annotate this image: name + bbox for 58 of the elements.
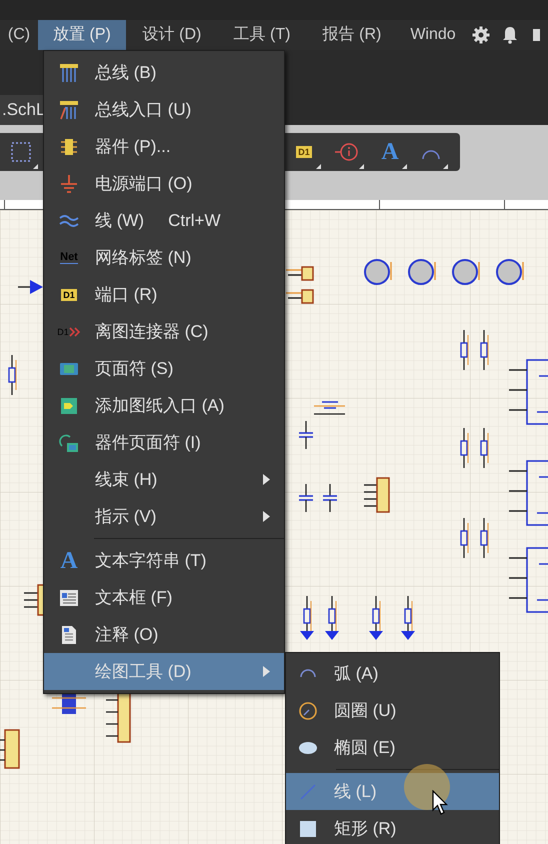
menu-item[interactable]: 电源端口 (O) [44, 165, 284, 202]
menu-item[interactable]: Net 网络标签 (N) [44, 239, 284, 276]
component-drawing [299, 421, 313, 449]
component-drawing [452, 259, 480, 285]
component-drawing [509, 359, 548, 425]
sheet-device-icon [58, 432, 80, 454]
settings-icon[interactable] [472, 26, 490, 44]
menu-item[interactable]: 圆圈 (U) [286, 692, 499, 729]
menu-item[interactable]: 线 (W) Ctrl+W [44, 202, 284, 239]
component-drawing [480, 330, 488, 370]
component-drawing [0, 729, 20, 769]
shortcut-text: Ctrl+W [168, 210, 221, 232]
menu-item[interactable]: 报告 (R) [306, 20, 398, 50]
component-drawing [509, 460, 548, 526]
bus-entry-icon [58, 98, 80, 120]
menu-item[interactable]: 线束 (H) [44, 461, 284, 498]
component-drawing [460, 518, 468, 558]
bus-icon [58, 62, 80, 84]
menu-item[interactable]: 注释 (O) [44, 616, 284, 653]
menu-item[interactable]: (C) [0, 20, 38, 50]
menu-item[interactable]: 指示 (V) [44, 498, 284, 535]
component-drawing [480, 518, 488, 558]
menu-item[interactable]: D1 端口 (R) [44, 276, 284, 313]
component-drawing [480, 428, 488, 468]
click-highlight [404, 764, 450, 810]
menu-item[interactable]: 矩形 (R) [286, 810, 499, 844]
component-drawing [8, 355, 16, 395]
menu-item[interactable]: 放置 (P) [38, 20, 126, 50]
menu-item[interactable]: 页面符 (S) [44, 350, 284, 387]
cursor-icon [432, 790, 448, 816]
port-icon: D1 [61, 288, 77, 300]
menu-item[interactable]: 设计 (D) [126, 20, 218, 50]
component-drawing [323, 484, 337, 512]
component-drawing [314, 401, 345, 415]
component-drawing [364, 259, 392, 285]
menu-item[interactable]: D1 离图连接器 (C) [44, 313, 284, 350]
menu-item[interactable]: 器件 (P)... [44, 128, 284, 165]
menu-item[interactable]: 总线 (B) [44, 54, 284, 91]
menu-item[interactable]: 弧 (A) [286, 655, 499, 692]
menu-item[interactable]: 器件页面符 (I) [44, 424, 284, 461]
component-drawing [299, 484, 313, 512]
menu-item[interactable]: 工具 (T) [218, 20, 306, 50]
component-drawing [364, 477, 390, 513]
menu-item[interactable]: 椭圆 (E) [286, 729, 499, 766]
component-drawing [460, 330, 468, 370]
ground-icon [58, 172, 80, 194]
bell-icon[interactable] [502, 26, 518, 44]
component-drawing [496, 259, 524, 285]
menu-item[interactable]: 添加图纸入口 (A) [44, 387, 284, 424]
component-drawing [460, 428, 468, 468]
component-drawing [408, 259, 436, 285]
menu-item[interactable]: A 文本字符串 (T) [44, 542, 284, 579]
arc-icon [300, 669, 316, 678]
component-drawing [509, 547, 548, 613]
menu-item[interactable]: 文本框 (F) [44, 579, 284, 616]
text-icon: A [60, 548, 78, 572]
menu-item[interactable]: Windo [398, 20, 468, 50]
circle-icon [297, 700, 319, 722]
